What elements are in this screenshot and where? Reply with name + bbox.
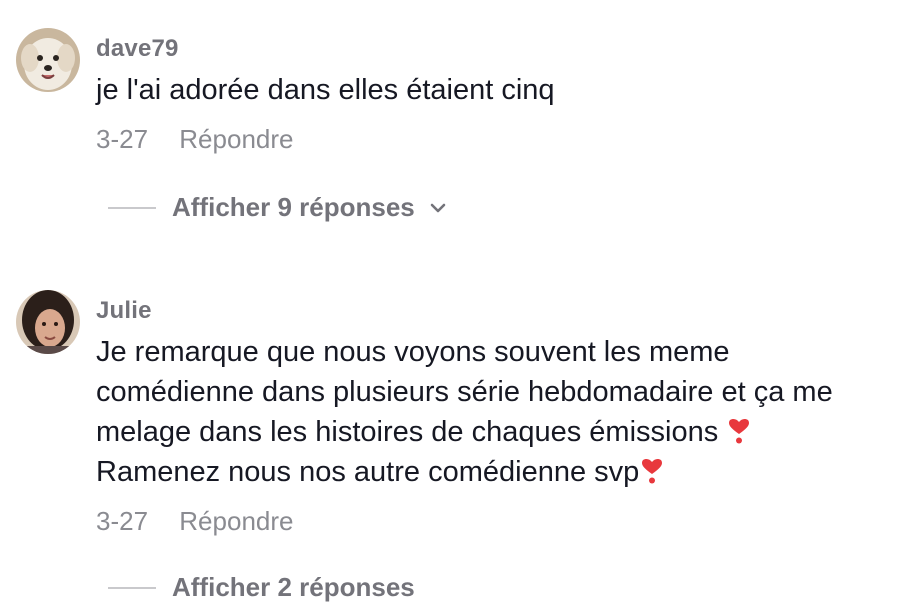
view-replies-button[interactable]: Afficher 9 réponses (108, 192, 447, 223)
reply-button[interactable]: Répondre (179, 124, 293, 154)
view-replies-label: Afficher 2 réponses (172, 572, 415, 602)
comment-date: 3-27 (96, 124, 149, 154)
divider-line (108, 206, 156, 209)
comment-text-line: comédienne dans plusieurs série hebdomad… (96, 376, 833, 408)
chevron-down-icon (430, 203, 446, 212)
heart-exclamation-icon (642, 459, 663, 484)
avatar[interactable] (16, 28, 80, 92)
comment-date: 3-27 (96, 506, 149, 536)
comment-text-segment: Ramenez nous nos autre comédienne svp (96, 456, 640, 488)
comment-text-line: melage dans les histoires de chaques émi… (96, 412, 886, 452)
comment-meta: 3-27 Répondre (96, 124, 293, 155)
comment-text: je l'ai adorée dans elles étaient cinq (96, 74, 555, 106)
view-replies-button[interactable]: Afficher 2 réponses (108, 572, 415, 603)
comment-text-line: Ramenez nous nos autre comédienne svp (96, 452, 886, 492)
comment-text-segment: melage dans les histoires de chaques émi… (96, 416, 719, 448)
comment-text-line: Je remarque que nous voyons souvent les … (96, 336, 730, 368)
dog-avatar-icon (16, 28, 80, 92)
comment-meta: 3-27 Répondre (96, 506, 293, 537)
woman-avatar-icon (16, 290, 80, 354)
avatar[interactable] (16, 290, 80, 354)
divider-line (108, 586, 156, 589)
reply-button[interactable]: Répondre (179, 506, 293, 536)
comment-text: Je remarque que nous voyons souvent les … (96, 332, 886, 492)
heart-exclamation-icon (729, 419, 750, 444)
comment-username[interactable]: Julie (96, 297, 152, 325)
view-replies-label: Afficher 9 réponses (172, 192, 415, 222)
comment-username[interactable]: dave79 (96, 35, 179, 63)
